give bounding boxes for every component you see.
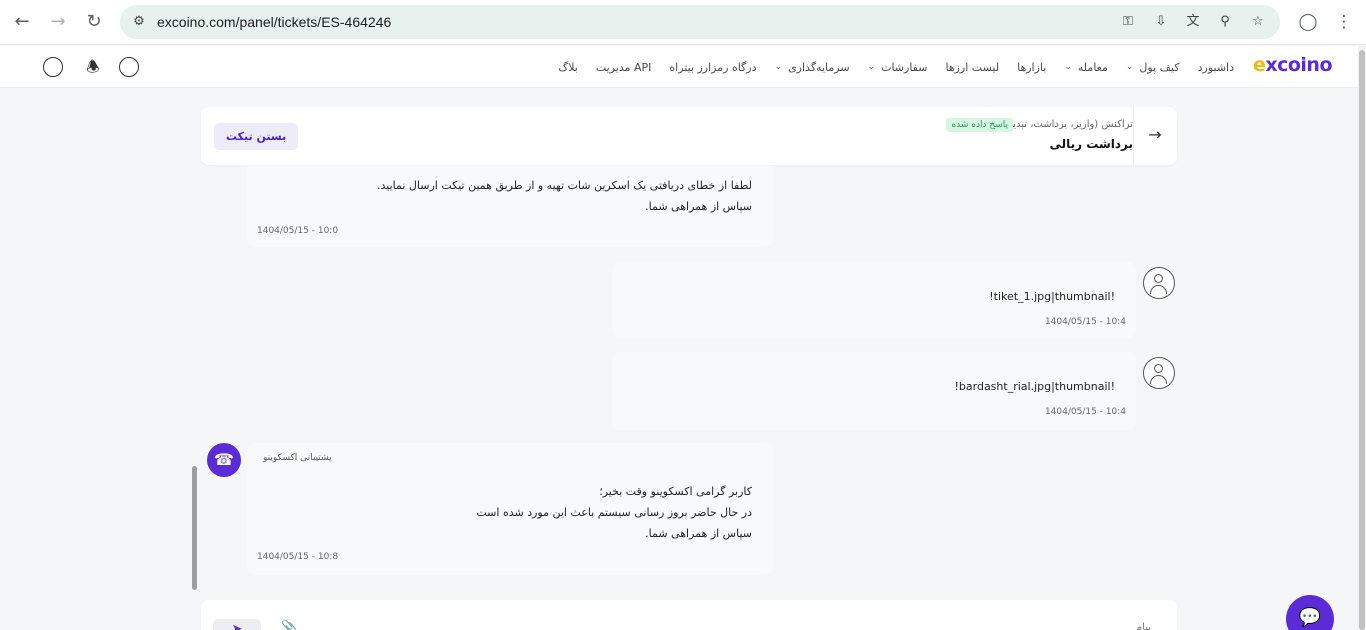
chevron-down-icon: ⌄ — [774, 62, 783, 72]
send-icon[interactable]: ➤ — [213, 619, 261, 630]
install-app-icon[interactable]: ⇩ — [1151, 13, 1171, 31]
forward-arrow-icon[interactable]: → — [46, 10, 70, 34]
message-line: در حال حاضر بروز رسانی سیستم باعث این مو… — [476, 506, 752, 519]
divider — [1133, 107, 1134, 165]
menu-item-trade[interactable]: معامله ⌄ — [1055, 61, 1117, 74]
chat-scrollbar-thumb[interactable] — [192, 466, 197, 590]
site-header: excoino داشبورد کیف پول ⌄ معامله ⌄ بازارها… — [0, 46, 1358, 88]
ticket-header: → تراکنش (واریز، برداشت، تبدیل) پاسخ داد… — [201, 107, 1177, 165]
attach-icon[interactable]: 📎 — [281, 620, 297, 630]
message-input[interactable]: پیام — [1136, 622, 1151, 630]
headset-icon: ☎ — [207, 443, 241, 477]
message-line: کاربر گرامی اکسکوینو وقت بخیر؛ — [599, 485, 752, 498]
globe-icon[interactable] — [119, 57, 139, 77]
excoino-logo[interactable]: excoino — [1253, 54, 1333, 76]
message-time: 1404/05/15 - 10:4 — [1044, 407, 1126, 417]
support-message: پشتیبانی اکسکوینو کاربر گرامی اکسکوینو و… — [247, 443, 773, 575]
user-account-icon[interactable] — [43, 57, 63, 77]
ticket-title: برداشت ریالی — [1049, 137, 1134, 151]
message-line: !bardasht_rial.jpg|thumbnail! — [954, 380, 1115, 393]
menu-item-orders[interactable]: سفارشات ⌄ — [859, 61, 937, 74]
page-scrollbar[interactable] — [1358, 46, 1366, 630]
page-scrollbar-thumb[interactable] — [1359, 50, 1365, 630]
profile-icon[interactable]: ◯ — [1296, 10, 1320, 34]
back-arrow-icon[interactable]: ← — [10, 10, 34, 34]
message-line: !tiket_1.jpg|thumbnail! — [989, 290, 1115, 303]
close-ticket-button[interactable]: بستن تیکت — [214, 123, 299, 150]
message-line: لطفا از خطای دریافتی یک اسکرین شات تهیه … — [377, 179, 752, 192]
menu-item-wallet[interactable]: کیف پول ⌄ — [1117, 61, 1189, 74]
zoom-icon[interactable]: ⚲ — [1215, 13, 1235, 31]
message-time: 1404/05/15 - 10:8 — [257, 552, 339, 562]
status-badge: پاسخ داده شده — [946, 118, 1013, 132]
bell-icon[interactable]: 🕭 — [83, 57, 103, 77]
support-chat-icon[interactable]: 💬 — [1286, 595, 1334, 630]
chevron-down-icon: ⌄ — [1125, 62, 1134, 72]
menu-item-blog[interactable]: بلاگ — [549, 61, 586, 74]
message-line: سپاس از همراهی شما. — [645, 200, 752, 213]
browser-toolbar: ← → ↻ ⚙ excoino.com/panel/tickets/ES-464… — [0, 0, 1366, 45]
message-time: 1404/05/15 - 10:0 — [257, 226, 339, 236]
support-message: لطفا از خطای دریافتی یک اسکرین شات تهیه … — [247, 160, 773, 247]
user-avatar-icon — [1143, 357, 1175, 389]
reload-icon[interactable]: ↻ — [82, 10, 106, 34]
menu-item-api-management[interactable]: مدیریت API — [587, 61, 661, 74]
user-message: !tiket_1.jpg|thumbnail! 1404/05/15 - 10:… — [612, 262, 1136, 338]
ticket-category: تراکنش (واریز، برداشت، تبدیل) — [1001, 119, 1133, 130]
menu-item-investment[interactable]: سرمایه‌گذاری ⌄ — [766, 61, 859, 74]
translate-icon[interactable]: 文 — [1183, 13, 1203, 31]
arrow-back-icon[interactable]: → — [1145, 125, 1165, 145]
password-key-icon[interactable]: ⚿ — [1118, 13, 1138, 31]
chevron-down-icon: ⌄ — [1064, 62, 1072, 72]
menu-item-dashboard[interactable]: داشبورد — [1189, 61, 1243, 74]
sender-name: پشتیبانی اکسکوینو — [263, 453, 332, 463]
message-time: 1404/05/15 - 10:4 — [1044, 317, 1126, 327]
bookmark-star-icon[interactable]: ☆ — [1248, 13, 1268, 31]
menu-item-coin-list[interactable]: لیست ارزها — [936, 61, 1008, 74]
menu-item-bitrah-gateway[interactable]: درگاه رمزارز بیتراه — [660, 61, 765, 74]
message-composer: ➤ 📎 پیام — [201, 600, 1177, 630]
address-bar[interactable]: ⚙ excoino.com/panel/tickets/ES-464246 ⚿ … — [120, 5, 1280, 39]
user-message: !bardasht_rial.jpg|thumbnail! 1404/05/15… — [612, 352, 1136, 430]
chevron-down-icon: ⌄ — [867, 62, 876, 72]
main-menu: داشبورد کیف پول ⌄ معامله ⌄ بازارها لیست ار… — [549, 46, 1243, 88]
site-settings-icon[interactable]: ⚙ — [130, 13, 148, 31]
url-text[interactable]: excoino.com/panel/tickets/ES-464246 — [157, 5, 391, 39]
message-line: سپاس از همراهی شما. — [645, 527, 752, 540]
more-vert-icon[interactable]: ⋮ — [1332, 10, 1356, 34]
user-avatar-icon — [1143, 267, 1175, 299]
menu-item-markets[interactable]: بازارها — [1008, 61, 1055, 74]
